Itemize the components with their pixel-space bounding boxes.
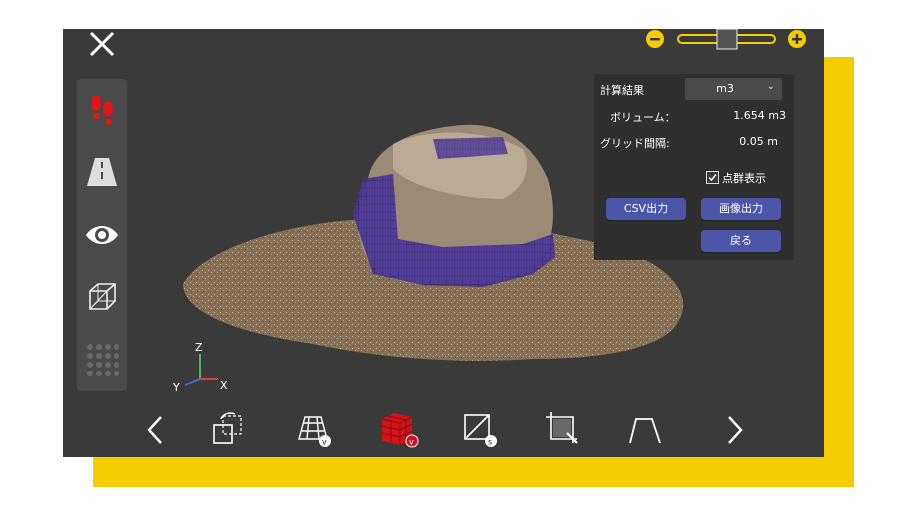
unit-select-value: m3 <box>716 82 734 95</box>
axis-x-label: X <box>220 379 228 392</box>
prev-button[interactable] <box>135 409 175 449</box>
svg-text:v: v <box>322 438 327 447</box>
axis-y-label: Y <box>172 381 180 394</box>
profile-icon <box>629 418 661 444</box>
image-export-button[interactable]: 画像出力 <box>701 198 781 220</box>
volume-value: 1.654 m3 <box>733 109 786 122</box>
road-icon <box>87 158 117 186</box>
axis-z-label: Z <box>195 341 203 354</box>
wireframe-button[interactable] <box>82 277 122 317</box>
crop-button[interactable] <box>543 409 583 449</box>
pointcloud-checkbox[interactable] <box>706 171 719 184</box>
close-button[interactable] <box>83 29 121 65</box>
next-button[interactable] <box>715 409 755 449</box>
svg-text:s: s <box>488 438 492 447</box>
zoom-thumb[interactable] <box>716 29 738 50</box>
result-panel: 計算結果 m3 ⌄ ボリューム： 1.654 m3 グリッド間隔: 0.05 m… <box>594 74 794 260</box>
pointcloud-label: 点群表示 <box>722 172 766 185</box>
next-arrow-icon <box>728 416 743 444</box>
eye-icon <box>86 226 118 244</box>
csv-export-button[interactable]: CSV出力 <box>606 198 686 220</box>
prev-arrow-icon <box>147 416 162 444</box>
footprints-icon <box>91 95 113 125</box>
chevron-down-icon: ⌄ <box>766 81 775 92</box>
check-icon <box>708 174 717 182</box>
volume-label: ボリューム： <box>610 111 676 124</box>
visibility-button[interactable] <box>82 215 122 255</box>
back-button[interactable]: 戻る <box>701 230 781 252</box>
transform-button[interactable] <box>211 409 251 449</box>
result-label: 計算結果 <box>600 84 644 97</box>
grid-spacing-value: 0.05 m <box>739 135 778 148</box>
close-icon <box>89 31 115 57</box>
zoom-slider[interactable] <box>643 29 811 51</box>
wireframe-cube-icon <box>89 283 116 310</box>
dot-grid-button[interactable] <box>82 339 122 379</box>
volume-plane-button[interactable]: v <box>295 409 335 449</box>
transform-icon <box>213 412 242 444</box>
app-window: Z X Y 計算結果 m3 ⌄ ボリューム： 1.654 m3 グリッド間隔: … <box>63 29 824 457</box>
profile-button[interactable] <box>626 409 666 449</box>
crop-icon <box>546 412 578 444</box>
dot-grid-icon <box>87 344 119 376</box>
axis-gizmo <box>184 354 218 386</box>
road-button[interactable] <box>82 151 122 191</box>
volume-voxel-button[interactable]: v <box>378 409 419 449</box>
volume-plane-icon: v <box>298 416 331 447</box>
footprints-button[interactable] <box>82 89 122 129</box>
svg-text:v: v <box>409 438 414 447</box>
left-toolbar <box>77 79 127 391</box>
volume-voxel-icon: v <box>381 413 419 448</box>
section-button[interactable]: s <box>460 409 500 449</box>
unit-select[interactable]: m3 ⌄ <box>685 78 782 100</box>
grid-spacing-label: グリッド間隔: <box>600 137 670 150</box>
section-s-icon: s <box>464 414 497 447</box>
